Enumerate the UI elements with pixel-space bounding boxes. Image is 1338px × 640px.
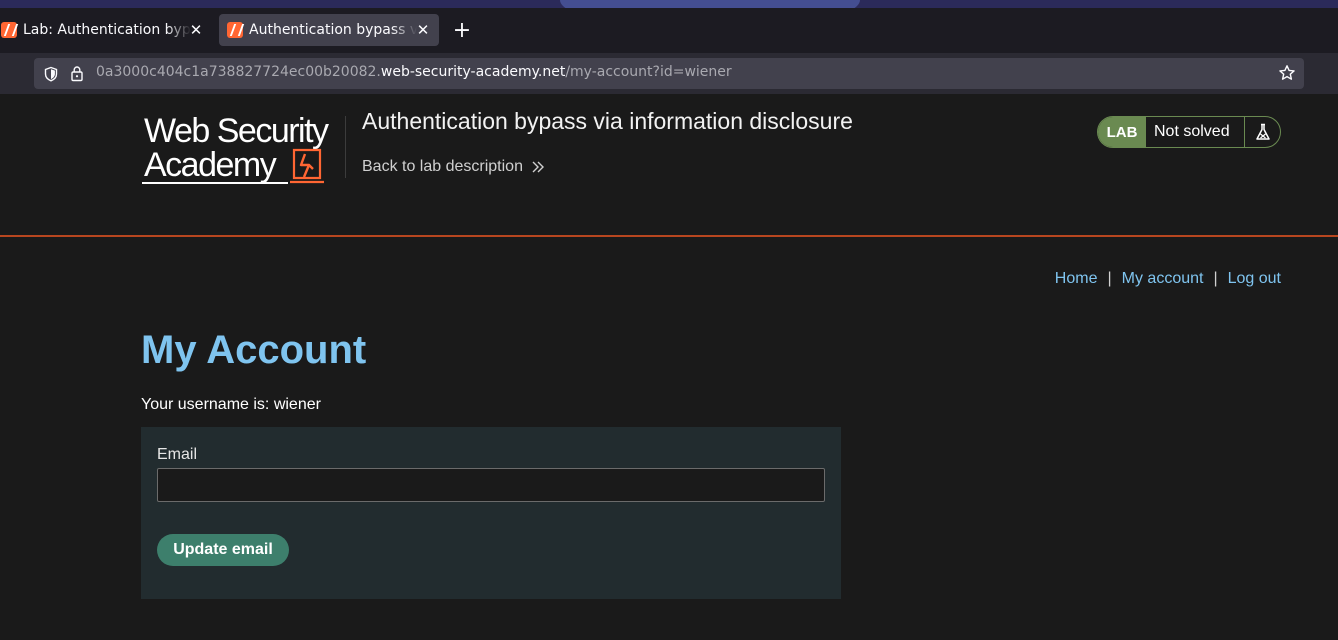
- new-tab-button[interactable]: +: [450, 20, 474, 44]
- lab-status-flask: [1244, 117, 1280, 147]
- my-account-link[interactable]: My account: [1122, 270, 1204, 287]
- tab-title: Lab: Authentication bypass via informati…: [23, 22, 191, 38]
- email-label: Email: [157, 446, 198, 463]
- back-to-lab-description-link[interactable]: Back to lab description: [362, 158, 545, 176]
- lab-status-widget: LAB Not solved: [1097, 116, 1281, 148]
- url-path: /my-account?id=wiener: [565, 64, 732, 80]
- close-tab-icon[interactable]: ✕: [188, 20, 204, 40]
- back-link-label: Back to lab description: [362, 158, 523, 175]
- log-out-link[interactable]: Log out: [1228, 270, 1281, 287]
- lab-title: Authentication bypass via information di…: [362, 108, 853, 134]
- home-link[interactable]: Home: [1055, 270, 1098, 287]
- window-top-strip: [0, 0, 1338, 8]
- nav-separator: |: [1213, 270, 1218, 287]
- logo-line-2: Academy: [144, 146, 277, 184]
- tab-title: Authentication bypass via information di…: [249, 22, 417, 38]
- update-email-button[interactable]: Update email: [157, 534, 289, 566]
- email-input[interactable]: [157, 468, 825, 502]
- lab-badge: LAB: [1098, 117, 1146, 147]
- url-host: web-security-academy.net: [380, 64, 566, 80]
- tracking-protection-shield-icon[interactable]: [43, 66, 59, 82]
- update-email-form: Email Update email: [141, 427, 841, 599]
- portswigger-favicon-icon: [227, 22, 243, 38]
- account-navigation: Home | My account | Log out: [1055, 270, 1281, 288]
- tab-bar: Lab: Authentication bypass via informati…: [0, 8, 1338, 53]
- flask-icon: [1255, 123, 1270, 140]
- web-security-academy-logo[interactable]: Web Security Academy: [142, 112, 344, 186]
- nav-separator: |: [1107, 270, 1112, 287]
- logo-underline: [142, 182, 288, 184]
- url-subdomain: 0a3000c404c1a738827724ec00b20082.: [96, 64, 381, 80]
- web-page: Web Security Academy Authentication bypa…: [0, 94, 1338, 640]
- url-text[interactable]: 0a3000c404c1a738827724ec00b20082.web-sec…: [96, 64, 732, 80]
- lock-icon[interactable]: [70, 65, 84, 82]
- tab-lab-description[interactable]: Lab: Authentication bypass via informati…: [0, 14, 212, 46]
- logo-line-1: Web Security: [144, 112, 329, 150]
- double-chevron-right-icon: [532, 161, 544, 173]
- lab-status-text: Not solved: [1154, 123, 1230, 140]
- portswigger-favicon-icon: [1, 22, 17, 38]
- close-tab-icon[interactable]: ✕: [415, 20, 431, 40]
- bookmark-star-icon[interactable]: [1278, 64, 1296, 82]
- header-divider: [345, 116, 346, 178]
- lightning-bolt-logo-icon: [290, 148, 324, 184]
- page-title: My Account: [141, 328, 367, 372]
- username-text: Your username is: wiener: [141, 396, 321, 413]
- address-bar[interactable]: 0a3000c404c1a738827724ec00b20082.web-sec…: [34, 58, 1304, 89]
- academy-lab-header: Web Security Academy Authentication bypa…: [0, 94, 1338, 237]
- tab-lab-instance[interactable]: Authentication bypass via information di…: [219, 14, 439, 46]
- navigation-toolbar: 0a3000c404c1a738827724ec00b20082.web-sec…: [0, 53, 1338, 94]
